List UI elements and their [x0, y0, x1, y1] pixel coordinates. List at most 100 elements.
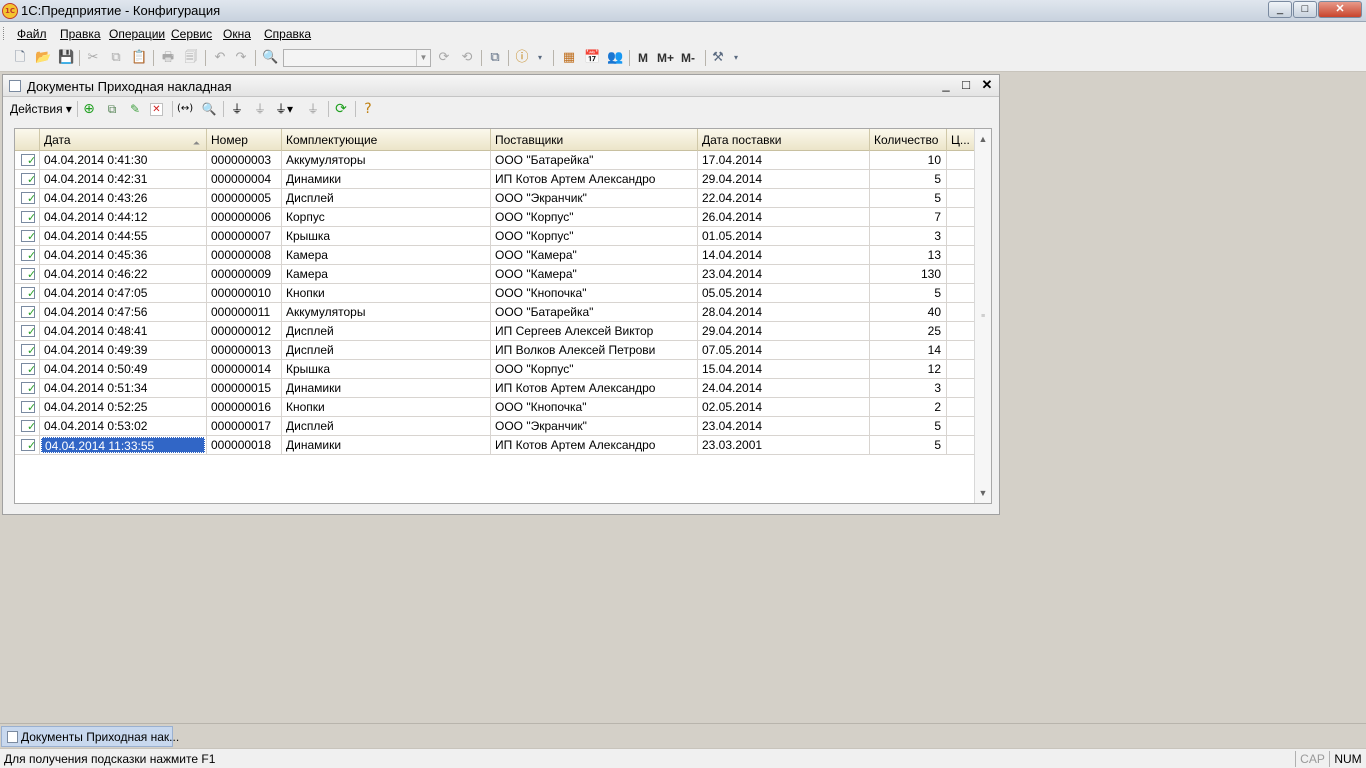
table-row[interactable]: ✓ 04.04.2014 0:49:39 000000013 Дисплей ИП Во… [15, 341, 975, 360]
print-preview-icon[interactable]: 🗐 [183, 50, 199, 66]
cell-delivery-date[interactable]: 23.03.2001 [698, 436, 870, 455]
cell-component[interactable]: Дисплей [282, 341, 491, 360]
dropdown-arrow-icon[interactable]: ▾ [532, 50, 548, 66]
cell-supplier[interactable]: ООО "Батарейка" [491, 303, 698, 322]
memory-button[interactable]: M [638, 51, 648, 65]
cell-date[interactable]: 04.04.2014 0:44:55 [40, 227, 207, 246]
cell-component[interactable]: Аккумуляторы [282, 151, 491, 170]
column-header-date[interactable]: Дата ⏶ [40, 129, 207, 151]
cell-date[interactable]: 04.04.2014 0:48:41 [40, 322, 207, 341]
table-row[interactable]: ✓ 04.04.2014 0:47:05 000000010 Кнопки ООО "К… [15, 284, 975, 303]
cell-quantity[interactable]: 5 [870, 170, 947, 189]
cell-quantity[interactable]: 5 [870, 436, 947, 455]
calendar-icon[interactable]: 📅 [584, 50, 600, 66]
cell-supplier[interactable]: ООО "Экранчик" [491, 189, 698, 208]
cell-quantity[interactable]: 12 [870, 360, 947, 379]
doc-minimize-button[interactable]: _ [938, 77, 954, 92]
cell-quantity[interactable]: 3 [870, 227, 947, 246]
chevron-down-icon[interactable]: ▼ [416, 50, 430, 66]
table-row[interactable]: ✓ 04.04.2014 0:42:31 000000004 Динамики ИП К… [15, 170, 975, 189]
menu-edit[interactable]: Правка [60, 27, 101, 41]
cell-date[interactable]: 04.04.2014 0:52:25 [40, 398, 207, 417]
cell-delivery-date[interactable]: 23.04.2014 [698, 417, 870, 436]
cell-quantity[interactable]: 14 [870, 341, 947, 360]
cell-delivery-date[interactable]: 23.04.2014 [698, 265, 870, 284]
cell-component[interactable]: Динамики [282, 379, 491, 398]
cell-quantity[interactable]: 5 [870, 189, 947, 208]
filter-icon[interactable]: ⏚ [229, 101, 245, 117]
table-row[interactable]: ✓ 04.04.2014 0:43:26 000000005 Дисплей ООО "… [15, 189, 975, 208]
table-row[interactable]: ✓ 04.04.2014 0:50:49 000000014 Крышка ООО "К… [15, 360, 975, 379]
undo-icon[interactable]: ↶ [212, 50, 228, 66]
cell-supplier[interactable]: ООО "Кнопочка" [491, 398, 698, 417]
cell-price[interactable] [947, 151, 975, 170]
cell-date[interactable]: 04.04.2014 0:43:26 [40, 189, 207, 208]
cell-price[interactable] [947, 227, 975, 246]
cell-number[interactable]: 000000009 [207, 265, 282, 284]
cell-number[interactable]: 000000018 [207, 436, 282, 455]
cell-date[interactable]: 04.04.2014 0:47:05 [40, 284, 207, 303]
cell-price[interactable] [947, 417, 975, 436]
dropdown-arrow-icon[interactable]: ▾ [728, 50, 744, 66]
cell-number[interactable]: 000000014 [207, 360, 282, 379]
cell-quantity[interactable]: 40 [870, 303, 947, 322]
table-row[interactable]: ✓ 04.04.2014 0:48:41 000000012 Дисплей ИП Се… [15, 322, 975, 341]
new-document-icon[interactable]: 🗋 [12, 50, 28, 66]
cell-price[interactable] [947, 341, 975, 360]
cell-supplier[interactable]: ИП Волков Алексей Петрови [491, 341, 698, 360]
cell-price[interactable] [947, 265, 975, 284]
cell-supplier[interactable]: ООО "Корпус" [491, 208, 698, 227]
cell-number[interactable]: 000000016 [207, 398, 282, 417]
cell-delivery-date[interactable]: 26.04.2014 [698, 208, 870, 227]
cell-delivery-date[interactable]: 28.04.2014 [698, 303, 870, 322]
cell-price[interactable] [947, 208, 975, 227]
find-prev-icon[interactable]: ⟲ [459, 50, 475, 66]
cell-component[interactable]: Крышка [282, 227, 491, 246]
cell-delivery-date[interactable]: 02.05.2014 [698, 398, 870, 417]
help-icon[interactable]: ? [360, 101, 376, 117]
table-row[interactable]: ✓ 04.04.2014 0:52:25 000000016 Кнопки ООО "К… [15, 398, 975, 417]
info-icon[interactable]: ⓘ [514, 50, 530, 66]
filter-by-value-icon[interactable]: ⏚ [252, 101, 268, 117]
find-next-icon[interactable]: ⟳ [436, 50, 452, 66]
search-input[interactable]: ▼ [283, 49, 431, 67]
scroll-thumb[interactable]: ≡ [975, 313, 991, 321]
cell-date[interactable]: 04.04.2014 0:46:22 [40, 265, 207, 284]
cell-date[interactable]: 04.04.2014 0:53:02 [40, 417, 207, 436]
cell-delivery-date[interactable]: 07.05.2014 [698, 341, 870, 360]
taskbar-item-documents[interactable]: Документы Приходная нак... [1, 726, 179, 747]
column-header-icon[interactable] [15, 129, 40, 151]
cell-component[interactable]: Камера [282, 246, 491, 265]
cell-number[interactable]: 000000013 [207, 341, 282, 360]
cell-delivery-date[interactable]: 22.04.2014 [698, 189, 870, 208]
cell-delivery-date[interactable]: 17.04.2014 [698, 151, 870, 170]
cell-quantity[interactable]: 13 [870, 246, 947, 265]
scroll-down-icon[interactable]: ▼ [975, 483, 991, 503]
cell-component[interactable]: Камера [282, 265, 491, 284]
find-in-list-icon[interactable]: 🔍 [201, 101, 217, 117]
cell-number[interactable]: 000000007 [207, 227, 282, 246]
cell-delivery-date[interactable]: 29.04.2014 [698, 322, 870, 341]
calculator-icon[interactable]: ▦ [561, 50, 577, 66]
menu-operations[interactable]: Операции [109, 27, 165, 41]
cell-number[interactable]: 000000005 [207, 189, 282, 208]
cell-supplier[interactable]: ИП Котов Артем Александро [491, 379, 698, 398]
cell-date[interactable]: 04.04.2014 11:33:55 [40, 436, 207, 455]
menu-windows[interactable]: Окна [223, 27, 251, 41]
table-row[interactable]: ✓ 04.04.2014 0:51:34 000000015 Динамики ИП К… [15, 379, 975, 398]
cell-date[interactable]: 04.04.2014 0:51:34 [40, 379, 207, 398]
cell-price[interactable] [947, 246, 975, 265]
clear-filter-icon[interactable]: ⏚ [305, 101, 321, 117]
save-icon[interactable]: 💾 [58, 50, 74, 66]
cell-number[interactable]: 000000011 [207, 303, 282, 322]
minimize-button[interactable]: _ [1268, 1, 1292, 18]
users-icon[interactable]: 👥 [607, 50, 623, 66]
menu-file[interactable]: Файл [17, 27, 47, 41]
cell-date[interactable]: 04.04.2014 0:47:56 [40, 303, 207, 322]
cell-price[interactable] [947, 398, 975, 417]
table-row[interactable]: ✓ 04.04.2014 0:41:30 000000003 Аккумуляторы… [15, 151, 975, 170]
cell-quantity[interactable]: 5 [870, 417, 947, 436]
cell-price[interactable] [947, 170, 975, 189]
cell-quantity[interactable]: 25 [870, 322, 947, 341]
column-header-suppliers[interactable]: Поставщики [491, 129, 698, 151]
